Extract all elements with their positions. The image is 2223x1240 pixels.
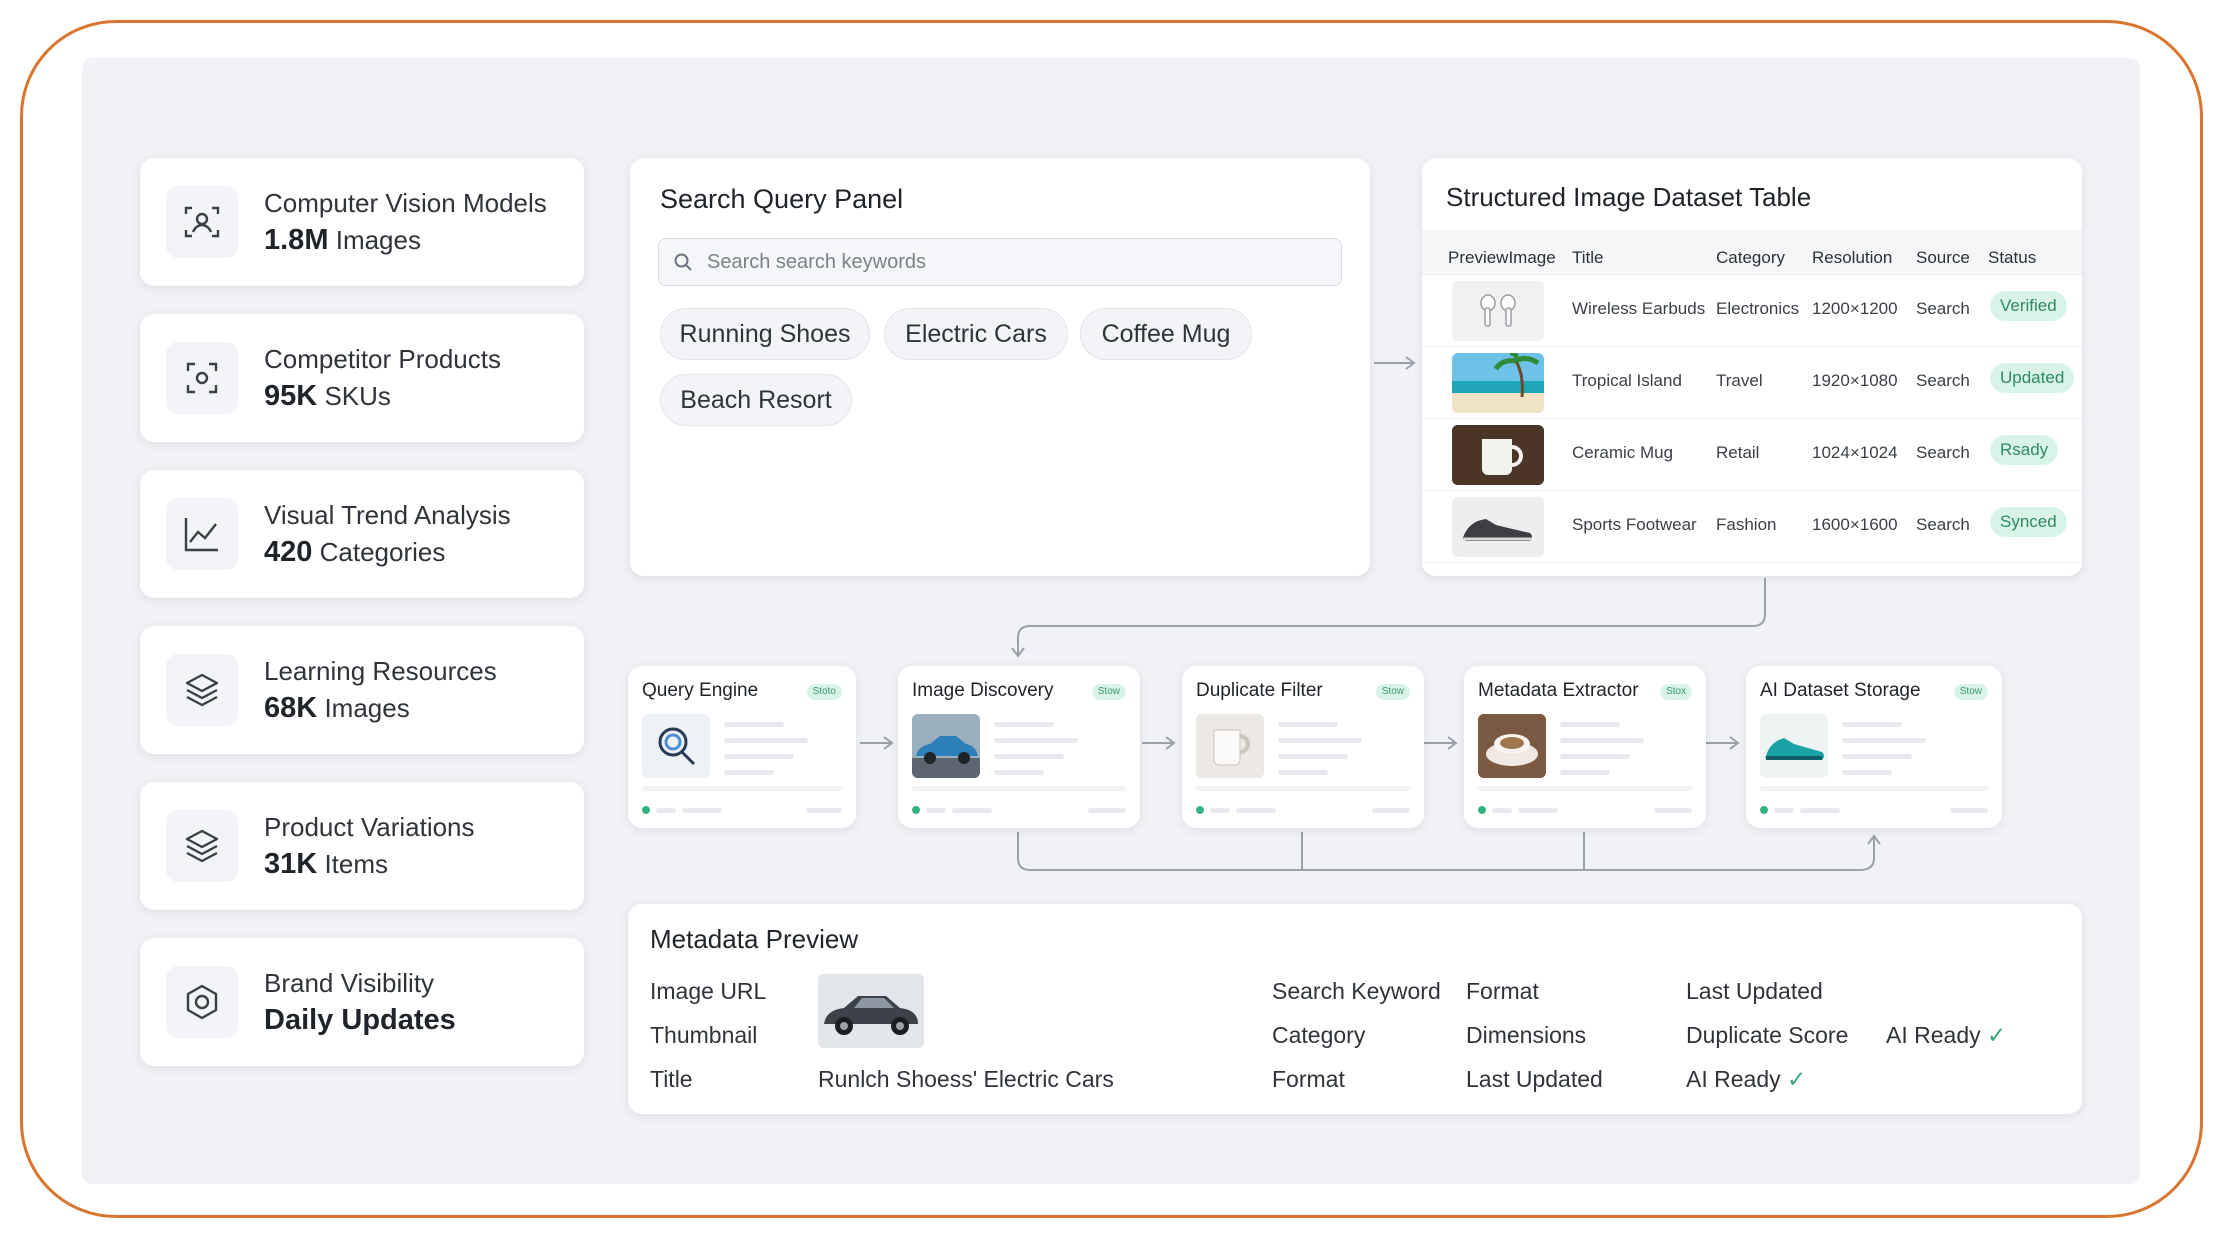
cell-source: Search	[1916, 299, 1970, 318]
cell-title: Tropical Island	[1572, 371, 1682, 390]
cell-title: Wireless Earbuds	[1572, 299, 1706, 318]
pipeline-title: Query Engine	[642, 680, 759, 701]
cell-source: Search	[1916, 515, 1970, 534]
pipeline-status-badge: Stow	[1953, 684, 1988, 700]
pipeline-card-ai-dataset-storage[interactable]: AI Dataset Storage Stow	[1746, 666, 2002, 828]
pipeline-title: AI Dataset Storage	[1760, 680, 1921, 701]
field-label: Last Updated	[1466, 1066, 1603, 1092]
field-label: Thumbnail	[650, 1022, 758, 1048]
field-label: Last Updated	[1686, 978, 1823, 1004]
pipeline-card-query-engine[interactable]: Query Engine Stoto	[628, 666, 856, 828]
status-badge: Synced	[1990, 507, 2067, 537]
column-header: Category	[1716, 248, 1785, 267]
table-row[interactable]: Tropical Island Travel 1920×1080 Search …	[1422, 346, 2082, 419]
pipeline-card-image-discovery[interactable]: Image Discovery Stow	[898, 666, 1140, 828]
check-icon: ✓	[1787, 1066, 1807, 1092]
pipeline-title: Duplicate Filter	[1196, 680, 1323, 701]
car-thumbnail	[912, 714, 980, 778]
cell-title: Sports Footwear	[1572, 515, 1697, 534]
pipeline-card-metadata-extractor[interactable]: Metadata Extractor Stox	[1464, 666, 1706, 828]
status-badge: Updated	[1990, 363, 2075, 393]
field-label: Dimensions	[1466, 1022, 1587, 1048]
cell-category: Electronics	[1716, 299, 1800, 318]
cell-source: Search	[1916, 371, 1970, 390]
pipeline-title: Image Discovery	[912, 680, 1054, 701]
table-row[interactable]: Ceramic Mug Retail 1024×1024 Search Rsad…	[1422, 418, 2082, 491]
cell-resolution: 1200×1200	[1812, 299, 1898, 318]
cell-source: Search	[1916, 443, 1970, 462]
status-badge: Rsady	[1990, 435, 2059, 465]
cell-resolution: 1024×1024	[1812, 443, 1898, 462]
pipeline-status-badge: Stoto	[806, 684, 842, 700]
panel-title: Metadata Preview	[650, 924, 859, 954]
metadata-preview-panel: Metadata Preview Image URL Thumbnail Tit…	[628, 904, 2082, 1114]
table-row[interactable]: Sports Footwear Fashion 1600×1600 Search…	[1422, 490, 2082, 563]
car-preview-image	[818, 974, 924, 1048]
check-icon: ✓	[1987, 1022, 2007, 1048]
column-header: Title	[1572, 248, 1604, 267]
field-label: Category	[1272, 1022, 1366, 1048]
status-badge: Verified	[1990, 291, 2067, 321]
magnifier-icon	[642, 714, 710, 778]
pipeline-card-duplicate-filter[interactable]: Duplicate Filter Stow	[1182, 666, 1424, 828]
title-value: Runlch Shoess' Electric Cars	[818, 1066, 1114, 1092]
ceramic-mug-thumbnail	[1452, 425, 1544, 485]
pipeline-status-badge: Stow	[1375, 684, 1410, 700]
field-label: AI Ready	[1886, 1022, 1981, 1048]
field-label: AI Ready	[1686, 1066, 1781, 1092]
cell-category: Fashion	[1716, 515, 1777, 534]
pipeline-title: Metadata Extractor	[1478, 680, 1639, 701]
column-header: Status	[1988, 248, 2037, 267]
pipeline-status-badge: Stow	[1091, 684, 1126, 700]
sneaker-thumbnail	[1760, 714, 1828, 778]
sports-footwear-thumbnail	[1452, 497, 1544, 557]
coffee-cup-thumbnail	[1478, 714, 1546, 778]
cell-resolution: 1600×1600	[1812, 515, 1898, 534]
table-row	[1422, 562, 2082, 576]
column-header: PreviewImage	[1448, 248, 1556, 267]
tropical-island-thumbnail	[1452, 353, 1544, 413]
field-label: Format	[1466, 978, 1539, 1004]
field-label: Search Keyword	[1272, 978, 1441, 1004]
cell-category: Retail	[1716, 443, 1760, 462]
field-label: Title	[650, 1066, 693, 1092]
column-header: Resolution	[1812, 248, 1893, 267]
table-row[interactable]: Wireless Earbuds Electronics 1200×1200 S…	[1422, 274, 2082, 347]
cell-title: Ceramic Mug	[1572, 443, 1674, 462]
cell-resolution: 1920×1080	[1812, 371, 1898, 390]
field-label: Image URL	[650, 978, 767, 1004]
dataset-table-panel: Structured Image Dataset Table PreviewIm…	[1422, 158, 2082, 576]
mug-thumbnail	[1196, 714, 1264, 778]
field-label: Format	[1272, 1066, 1345, 1092]
field-label: Duplicate Score	[1686, 1022, 1849, 1048]
earbuds-thumbnail	[1452, 281, 1544, 341]
cell-category: Travel	[1716, 371, 1763, 390]
pipeline-status-badge: Stox	[1659, 684, 1692, 700]
panel-title: Structured Image Dataset Table	[1446, 182, 1812, 212]
column-header: Source	[1916, 248, 1970, 267]
